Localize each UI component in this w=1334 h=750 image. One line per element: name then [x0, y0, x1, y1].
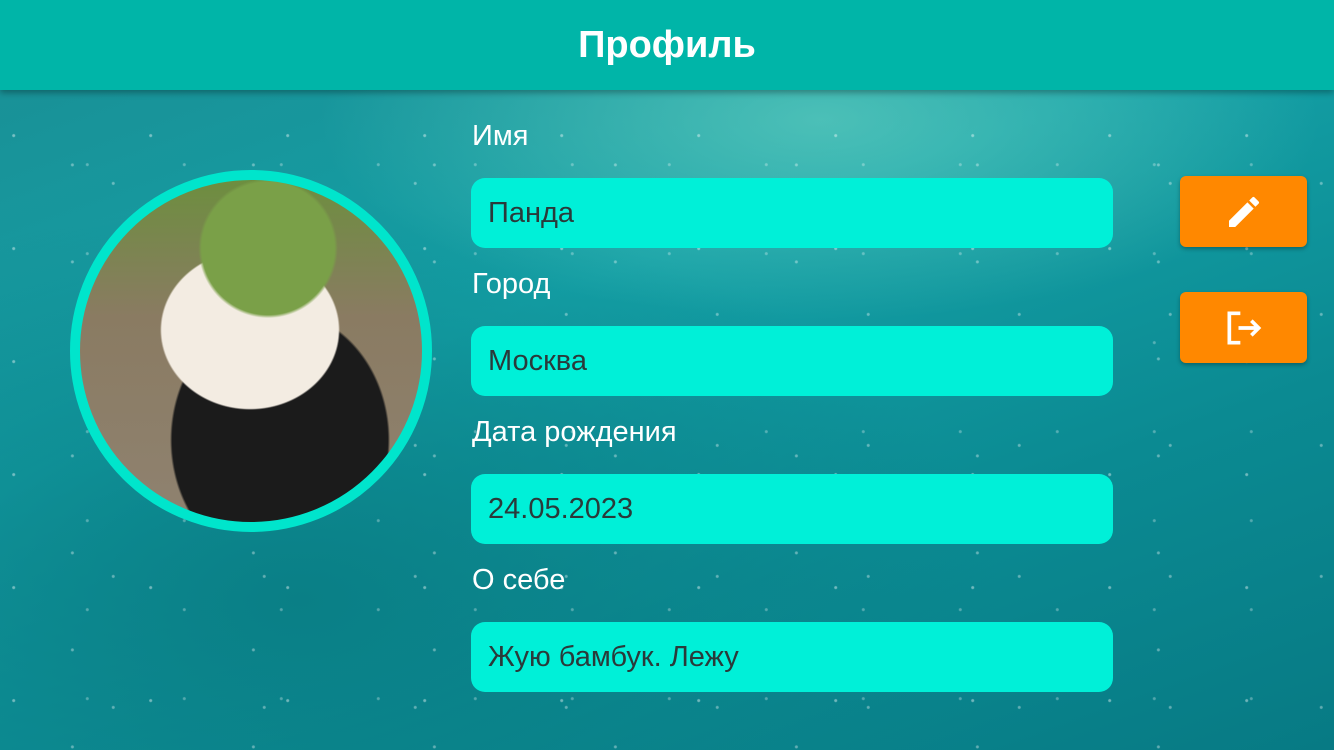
page-title: Профиль: [578, 23, 756, 66]
city-field[interactable]: Москва: [471, 326, 1113, 396]
about-field[interactable]: Жую бамбук. Лежу: [471, 622, 1113, 692]
header: Профиль: [0, 0, 1334, 90]
logout-button[interactable]: [1180, 292, 1307, 363]
birthdate-label: Дата рождения: [472, 416, 677, 448]
name-label: Имя: [472, 120, 529, 152]
birthdate-field[interactable]: 24.05.2023: [471, 474, 1113, 544]
about-label: О себе: [472, 564, 566, 596]
name-field[interactable]: Панда: [471, 178, 1113, 248]
avatar[interactable]: [70, 170, 432, 532]
city-label: Город: [472, 268, 551, 300]
logout-icon: [1227, 311, 1261, 344]
edit-button[interactable]: [1180, 176, 1307, 247]
edit-icon: [1228, 196, 1259, 227]
